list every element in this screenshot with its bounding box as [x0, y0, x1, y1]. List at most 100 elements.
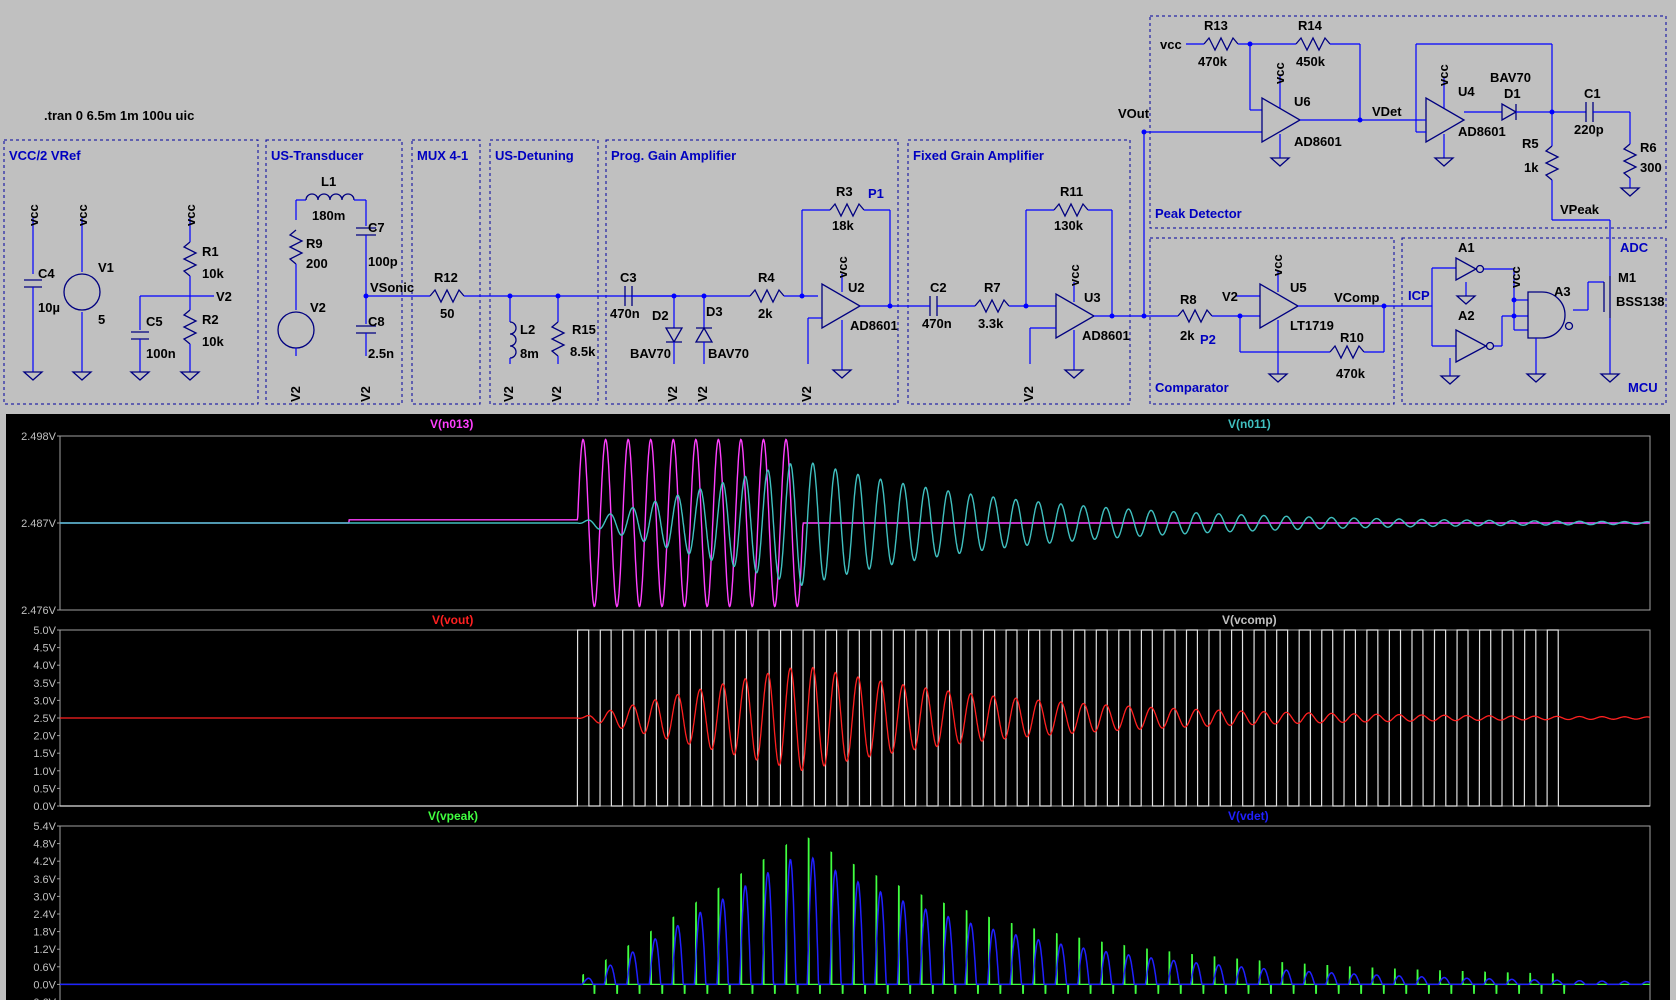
- label-r5: R5: [1522, 136, 1539, 151]
- label-adc: ADC: [1620, 240, 1649, 255]
- net-vcc-u5: vcc: [1270, 254, 1285, 276]
- label-p2: P2: [1200, 332, 1216, 347]
- trace-label-n013[interactable]: V(n013): [430, 417, 473, 431]
- label-r7: R7: [984, 280, 1001, 295]
- label-pga: Prog. Gain Amplifier: [611, 148, 736, 163]
- y-tick-label: 5.4V: [33, 821, 56, 833]
- label-u2: U2: [848, 280, 865, 295]
- value-r8: 2k: [1180, 328, 1195, 343]
- label-m1: M1: [1618, 270, 1636, 285]
- y-tick-label: 2.498V: [21, 431, 57, 443]
- label-u5: U5: [1290, 280, 1307, 295]
- net-vcomp: VComp: [1334, 290, 1380, 305]
- spice-directive[interactable]: .tran 0 6.5m 1m 100u uic: [44, 108, 194, 123]
- y-tick-label: 3.5V: [33, 678, 56, 690]
- net-v2-u3: V2: [1021, 386, 1036, 402]
- label-r3: R3: [836, 184, 853, 199]
- net-vcc-r1: vcc: [183, 204, 198, 226]
- value-c2: 470n: [922, 316, 952, 331]
- trace-label-vpeak[interactable]: V(vpeak): [428, 809, 478, 823]
- part-u2: AD8601: [850, 318, 898, 333]
- y-tick-label: 0.0V: [33, 979, 56, 991]
- y-tick-label: 1.0V: [33, 766, 56, 778]
- label-c4: C4: [38, 266, 55, 281]
- y-tick-label: 1.8V: [33, 927, 56, 939]
- net-v2-d2: V2: [665, 386, 680, 402]
- net-v2-r9: V2: [288, 386, 303, 402]
- label-c2: C2: [930, 280, 947, 295]
- label-l2: L2: [520, 322, 535, 337]
- y-tick-label: 3.0V: [33, 891, 56, 903]
- value-v1: 5: [98, 312, 105, 327]
- y-tick-label: 1.2V: [33, 944, 56, 956]
- label-a3: A3: [1554, 284, 1571, 299]
- y-tick-label: 3.6V: [33, 874, 56, 886]
- trace-label-vdet[interactable]: V(vdet): [1228, 809, 1269, 823]
- label-r1: R1: [202, 244, 219, 259]
- label-icp: ICP: [1408, 288, 1430, 303]
- label-fga: Fixed Grain Amplifier: [913, 148, 1044, 163]
- label-v1: V1: [98, 260, 114, 275]
- label-l1: L1: [321, 174, 336, 189]
- value-r5: 1k: [1524, 160, 1539, 175]
- y-tick-label: 0.6V: [33, 962, 56, 974]
- label-r9: R9: [306, 236, 323, 251]
- part-u3: AD8601: [1082, 328, 1130, 343]
- value-r3: 18k: [832, 218, 854, 233]
- ltspice-window: .tran 0 6.5m 1m 100u uic VCC/2 VRef US-T…: [0, 0, 1676, 1000]
- value-r10: 470k: [1336, 366, 1366, 381]
- label-mcu: MCU: [1628, 380, 1658, 395]
- trace-label-vout[interactable]: V(vout): [432, 613, 473, 627]
- net-v2-l2: V2: [501, 386, 516, 402]
- part-m1: BSS138: [1616, 294, 1664, 309]
- part-d3: BAV70: [708, 346, 749, 361]
- part-u6: AD8601: [1294, 134, 1342, 149]
- waveform-viewer[interactable]: V(n013) V(n011) V(vout) V(vcomp) V(vpeak…: [0, 410, 1676, 1000]
- net-v2-comparator: V2: [1222, 289, 1238, 304]
- label-r14: R14: [1298, 18, 1323, 33]
- trace-label-vcomp[interactable]: V(vcomp): [1222, 613, 1277, 627]
- y-tick-label: 3.0V: [33, 695, 56, 707]
- schematic-canvas[interactable]: .tran 0 6.5m 1m 100u uic VCC/2 VRef US-T…: [0, 0, 1676, 410]
- value-r1: 10k: [202, 266, 224, 281]
- value-r9: 200: [306, 256, 328, 271]
- value-r13: 470k: [1198, 54, 1228, 69]
- net-vcc-u4: vcc: [1436, 64, 1451, 86]
- value-c3: 470n: [610, 306, 640, 321]
- value-r2: 10k: [202, 334, 224, 349]
- part-d2: BAV70: [630, 346, 671, 361]
- part-u4: AD8601: [1458, 124, 1506, 139]
- net-vcc-r13: vcc: [1160, 37, 1182, 52]
- part-d1: BAV70: [1490, 70, 1531, 85]
- label-r2: R2: [202, 312, 219, 327]
- value-r7: 3.3k: [978, 316, 1004, 331]
- value-c7: 100p: [368, 254, 398, 269]
- label-r4: R4: [758, 270, 775, 285]
- trace-label-n011[interactable]: V(n011): [1228, 417, 1271, 431]
- value-r14: 450k: [1296, 54, 1326, 69]
- y-tick-label: 2.476V: [21, 605, 57, 617]
- label-transducer: US-Transducer: [271, 148, 363, 163]
- y-tick-label: 4.5V: [33, 643, 56, 655]
- label-r11: R11: [1060, 184, 1083, 199]
- value-c1: 220p: [1574, 122, 1604, 137]
- label-r13: R13: [1204, 18, 1228, 33]
- label-c1: C1: [1584, 86, 1601, 101]
- net-vpeak: VPeak: [1560, 202, 1600, 217]
- part-u5: LT1719: [1290, 318, 1334, 333]
- y-tick-label: 2.5V: [33, 713, 56, 725]
- y-tick-label: 0.5V: [33, 783, 56, 795]
- net-vcc-u2: vcc: [835, 256, 850, 278]
- y-tick-label: 1.5V: [33, 748, 56, 760]
- value-r4: 2k: [758, 306, 773, 321]
- label-a2: A2: [1458, 308, 1475, 323]
- label-d3: D3: [706, 304, 723, 319]
- label-c3: C3: [620, 270, 637, 285]
- net-v2-vref: V2: [216, 289, 232, 304]
- y-tick-label: 5.0V: [33, 625, 56, 637]
- net-vsonic: VSonic: [370, 280, 414, 295]
- value-l1: 180m: [312, 208, 345, 223]
- label-v2-source: V2: [310, 300, 326, 315]
- net-vout: VOut: [1118, 106, 1150, 121]
- net-vcc-a3: vcc: [1508, 266, 1523, 288]
